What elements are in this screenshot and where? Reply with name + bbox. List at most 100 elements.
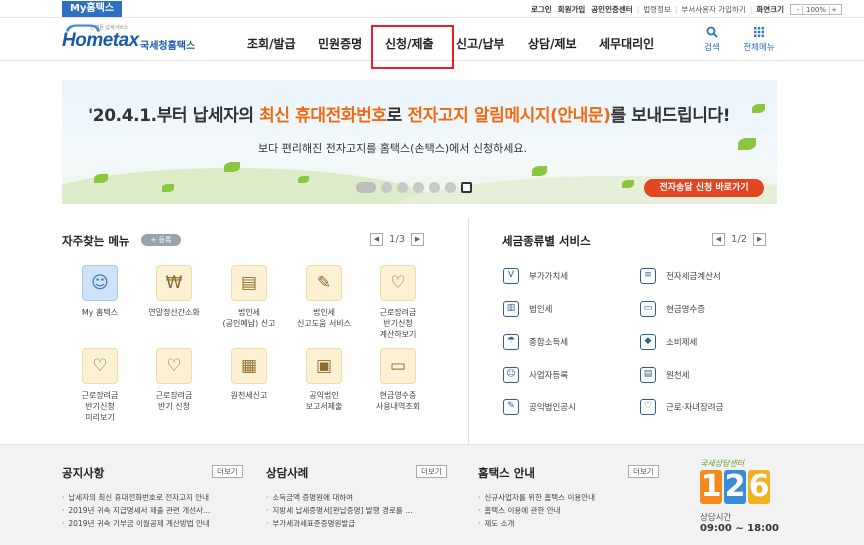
banner-title-suffix: 를 보내드립니다! bbox=[610, 106, 731, 126]
consult-item[interactable]: 부가세과세표준증명원발급 bbox=[266, 517, 413, 530]
cash-receipt-icon: ▭ bbox=[640, 301, 656, 317]
fav-label: 근로장려금 반기신청 미리보기 bbox=[81, 391, 119, 422]
zoom-value: 100% bbox=[805, 5, 826, 14]
diamond-icon: ◆ bbox=[640, 334, 656, 350]
fav-label: My 홈택스 bbox=[81, 308, 119, 317]
notice-item[interactable]: 납세자의 최신 휴대전화번호로 전자고지 안내 bbox=[62, 491, 210, 504]
signup-link[interactable]: 회원가입 bbox=[555, 4, 589, 15]
hometax-logo[interactable]: 언제든 납세서비스 Hometax 국세청홈택스 bbox=[62, 24, 202, 56]
fav-corporate-tax-report[interactable]: ▤ 법인세 (공인예납) 신고 bbox=[214, 265, 284, 329]
nav-tax-agent[interactable]: 세무대리인 bbox=[599, 35, 654, 52]
tax-withholding[interactable]: ▤ 원천세 bbox=[640, 367, 689, 383]
tax-e-invoice[interactable]: ≡ 전자세금계산서 bbox=[640, 268, 721, 284]
notice-more-button[interactable]: 더보기 bbox=[212, 465, 243, 478]
favorites-title: 자주찾는 메뉴 bbox=[62, 234, 130, 248]
grid-menu-icon bbox=[754, 27, 764, 37]
fav-my-hometax[interactable]: ☺ My 홈택스 bbox=[65, 265, 135, 318]
person-icon: ☺ bbox=[82, 265, 118, 301]
fav-corporate-tax-help[interactable]: ✎ 법인세 신고도움 서비스 bbox=[289, 265, 359, 329]
consult-item[interactable]: 지방세 납세증명서[완납증명] 발행 경로를 … bbox=[266, 504, 412, 517]
fav-earned-income-apply[interactable]: ♡ 근로장려금 반기 신청 bbox=[139, 348, 209, 412]
guide-item[interactable]: 신규사업자를 위한 홈택스 이용안내 bbox=[478, 491, 595, 504]
tax-cash-receipt[interactable]: ▭ 현금영수증 bbox=[640, 301, 705, 317]
nav-civil-cert[interactable]: 민원증명 bbox=[318, 35, 362, 52]
prev-page-button[interactable]: ◀ bbox=[712, 233, 725, 246]
tax-earned-child-incentive[interactable]: ♡ 근로·자녀장려금 bbox=[640, 399, 723, 415]
tax-label: 소비제세 bbox=[666, 338, 698, 348]
banner-title-highlight: 전자고지 알림메시지(안내문) bbox=[407, 106, 611, 126]
call-center-number: 1 2 6 bbox=[700, 470, 772, 504]
slide-dot[interactable] bbox=[429, 182, 440, 193]
prev-page-button[interactable]: ◀ bbox=[370, 233, 383, 246]
slide-dot[interactable] bbox=[397, 182, 408, 193]
section-divider bbox=[468, 218, 469, 444]
calendar-icon: ▦ bbox=[231, 348, 267, 384]
nav-consult[interactable]: 상담/제보 bbox=[528, 35, 577, 52]
fav-cash-receipt-history[interactable]: ▭ 현금영수증 사용내역조회 bbox=[363, 348, 433, 412]
cert-center-link[interactable]: 공인인증센터 bbox=[588, 4, 635, 15]
slide-dot[interactable] bbox=[413, 182, 424, 193]
slide-dot[interactable] bbox=[356, 182, 376, 193]
tax-income[interactable]: ☂ 종합소득세 bbox=[503, 334, 568, 350]
report-icon: ▣ bbox=[306, 348, 342, 384]
next-page-button[interactable]: ▶ bbox=[753, 233, 767, 246]
guide-list: 신규사업자를 위한 홈택스 이용안내 홈택스 이용에 관한 안내 제도 소개 bbox=[478, 491, 595, 530]
guide-more-button[interactable]: 더보기 bbox=[628, 465, 659, 478]
e-delivery-apply-button[interactable]: 전자송달 신청 바로가기 bbox=[644, 179, 764, 197]
leaf-icon bbox=[752, 104, 765, 113]
consult-more-button[interactable]: 더보기 bbox=[416, 465, 447, 478]
fav-label: 현금영수증 사용내역조회 bbox=[375, 391, 421, 411]
nav-report-pay[interactable]: 신고/납부 bbox=[456, 35, 505, 52]
logo-org: 국세청홈택스 bbox=[140, 41, 196, 52]
guide-item[interactable]: 제도 소개 bbox=[478, 517, 595, 530]
tax-business-registration[interactable]: ☺ 사업자등록 bbox=[503, 367, 568, 383]
nav-inquiry[interactable]: 조회/발급 bbox=[247, 35, 296, 52]
zoom-in-button[interactable]: + bbox=[829, 5, 838, 14]
page-indicator: 1/3 bbox=[389, 234, 406, 245]
call-number-digit: 1 bbox=[700, 469, 722, 504]
tax-vat[interactable]: V 부가가치세 bbox=[503, 268, 568, 284]
login-link[interactable]: 로그인 bbox=[528, 4, 555, 15]
tax-corporate[interactable]: ▥ 법인세 bbox=[503, 301, 552, 317]
screen-size-label: 화면크기 bbox=[756, 5, 784, 14]
search-button[interactable]: 검색 bbox=[699, 26, 725, 53]
guide-item[interactable]: 홈택스 이용에 관한 안내 bbox=[478, 504, 595, 517]
my-hometax-button[interactable]: My홈택스 bbox=[62, 1, 122, 17]
fav-earned-income-calc[interactable]: ♡ 근로장려금 반기신청 계산하보기 bbox=[363, 265, 433, 340]
money-bag-icon: ₩ bbox=[156, 265, 192, 301]
search-icon bbox=[706, 26, 718, 38]
heart-hand-icon: ♡ bbox=[156, 348, 192, 384]
logo-brand: Hometax bbox=[62, 30, 139, 51]
tax-consumption[interactable]: ◆ 소비제세 bbox=[640, 334, 697, 350]
fav-label: 공익법인 보고서제출 bbox=[305, 391, 343, 411]
banner-title: '20.4.1.부터 납세자의 최신 휴대전화번호로 전자고지 알림메시지(안내… bbox=[88, 101, 730, 126]
zoom-out-button[interactable]: - bbox=[794, 5, 803, 14]
tax-label: 사업자등록 bbox=[529, 371, 569, 381]
fav-label: 연말정산간소화 bbox=[148, 308, 200, 317]
slide-dot-active[interactable] bbox=[461, 182, 472, 193]
hours-label: 상담시간 bbox=[700, 513, 732, 523]
banner-title-highlight: 최신 휴대전화번호 bbox=[259, 106, 387, 126]
leaf-icon bbox=[162, 184, 174, 192]
fav-withholding-report[interactable]: ▦ 원천세신고 bbox=[214, 348, 284, 401]
slide-dot[interactable] bbox=[381, 182, 392, 193]
all-menu-button[interactable]: 전체메뉴 bbox=[738, 26, 780, 53]
next-page-button[interactable]: ▶ bbox=[411, 233, 425, 246]
dept-user-signup-link[interactable]: 부서사용자 가입하기 bbox=[678, 4, 748, 15]
tax-public-corp-disclosure[interactable]: ✎ 공익법인공시 bbox=[503, 399, 576, 415]
favorites-add-button[interactable]: + 등록 bbox=[141, 234, 181, 246]
fav-label: 원천세신고 bbox=[230, 391, 268, 400]
vat-icon: V bbox=[503, 268, 519, 284]
slide-dot[interactable] bbox=[445, 182, 456, 193]
page-indicator: 1/2 bbox=[731, 234, 748, 245]
tax-label: 공익법인공시 bbox=[529, 403, 576, 413]
notice-item[interactable]: 2019년 귀속 지급명세서 제출 관련 개선사… bbox=[62, 504, 210, 517]
notice-item[interactable]: 2019년 귀속 기부금 이월공제 계산방법 안내 bbox=[62, 517, 210, 530]
fav-earned-income-preview[interactable]: ♡ 근로장려금 반기신청 미리보기 bbox=[65, 348, 135, 423]
fav-year-end-settlement[interactable]: ₩ 연말정산간소화 bbox=[139, 265, 209, 318]
consult-item[interactable]: 소득금액 증명원에 대하여 bbox=[266, 491, 413, 504]
law-info-link[interactable]: 법령정보 bbox=[640, 4, 674, 15]
fav-public-corp-report[interactable]: ▣ 공익법인 보고서제출 bbox=[289, 348, 359, 412]
fav-label: 근로장려금 반기신청 계산하보기 bbox=[379, 308, 417, 339]
tax-label: 근로·자녀장려금 bbox=[666, 403, 724, 413]
